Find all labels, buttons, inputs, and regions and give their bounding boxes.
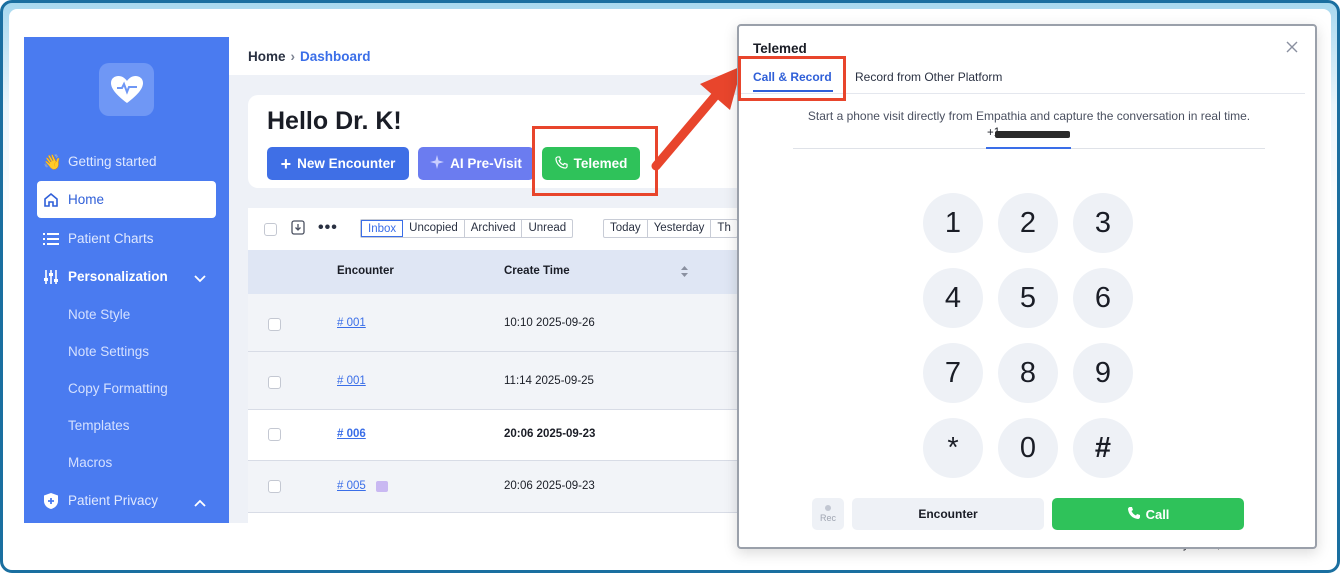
sidebar-item-label: Home	[68, 192, 105, 207]
call-label: Call	[1145, 506, 1170, 522]
heart-pulse-icon	[110, 75, 143, 103]
create-time: 20:06 2025-09-23	[504, 428, 596, 440]
dial-key-4[interactable]: 4	[923, 268, 983, 328]
breadcrumb-separator: ›	[290, 48, 296, 64]
sidebar-item-home[interactable]: Home	[37, 181, 216, 218]
create-time: 10:10 2025-09-26	[504, 317, 595, 329]
row-checkbox[interactable]	[268, 428, 281, 441]
breadcrumb-current[interactable]: Dashboard	[300, 49, 371, 64]
sidebar-item-label: Getting started	[68, 154, 157, 169]
telemed-highlight-box	[532, 126, 658, 196]
dial-key-8[interactable]: 8	[998, 343, 1058, 403]
sliders-icon	[37, 269, 63, 285]
new-encounter-label: New Encounter	[297, 156, 396, 171]
sidebar-item-personalization[interactable]: Personalization	[37, 258, 216, 295]
filter-inbox[interactable]: Inbox	[361, 220, 404, 237]
ai-previsit-button[interactable]: AI Pre-Visit	[418, 147, 534, 180]
sidebar-item-label: Personalization	[68, 269, 168, 284]
sidebar-sub-copy-formatting[interactable]: Copy Formatting	[68, 381, 168, 396]
filter-unread[interactable]: Unread	[522, 220, 572, 237]
list-icon	[37, 232, 63, 246]
sparkle-icon	[430, 155, 445, 172]
create-time: 11:14 2025-09-25	[504, 375, 594, 387]
dial-key-hash[interactable]: #	[1073, 418, 1133, 478]
dial-key-6[interactable]: 6	[1073, 268, 1133, 328]
record-button[interactable]: Rec	[812, 498, 844, 530]
more-icon[interactable]: •••	[318, 219, 338, 237]
sidebar-item-getting-started[interactable]: 👋 Getting started	[37, 143, 216, 180]
record-dot-icon	[825, 505, 831, 511]
chevron-up-icon[interactable]	[194, 495, 206, 510]
dial-key-1[interactable]: 1	[923, 193, 983, 253]
telemed-modal: Telemed Call & Record Record from Other …	[737, 24, 1317, 549]
new-encounter-button[interactable]: + New Encounter	[267, 147, 409, 180]
chevron-down-icon[interactable]	[194, 271, 206, 286]
sidebar-sub-macros[interactable]: Macros	[68, 455, 112, 470]
app-logo[interactable]	[99, 63, 154, 116]
table-row[interactable]: # 001 10:10 2025-09-26	[248, 294, 739, 352]
call-record-highlight-box	[738, 56, 846, 101]
annotation-arrow-icon	[651, 66, 742, 171]
table-toolbar: ••• Inbox Uncopied Archived Unread Today…	[248, 208, 739, 250]
date-more[interactable]: Th	[711, 220, 736, 237]
encounter-link[interactable]: # 001	[337, 375, 366, 387]
phone-icon	[1127, 506, 1141, 523]
table-row[interactable]: # 006 20:06 2025-09-23	[248, 410, 739, 461]
plus-icon: +	[280, 153, 292, 174]
date-yesterday[interactable]: Yesterday	[648, 220, 712, 237]
dial-key-2[interactable]: 2	[998, 193, 1058, 253]
modal-description: Start a phone visit directly from Empath…	[807, 109, 1251, 123]
encounter-link[interactable]: # 001	[337, 317, 366, 329]
table-header: Encounter Create Time	[248, 250, 739, 294]
shield-plus-icon	[37, 492, 63, 510]
dial-key-3[interactable]: 3	[1073, 193, 1133, 253]
encounter-link[interactable]: # 006	[337, 428, 366, 440]
breadcrumb-home[interactable]: Home	[248, 49, 286, 64]
close-icon[interactable]	[1286, 40, 1298, 58]
header-encounter[interactable]: Encounter	[337, 265, 394, 277]
sidebar-sub-templates[interactable]: Templates	[68, 418, 130, 433]
sidebar-item-label: Patient Charts	[68, 231, 154, 246]
sidebar-sub-note-settings[interactable]: Note Settings	[68, 344, 149, 359]
sidebar-item-patient-charts[interactable]: Patient Charts	[37, 220, 216, 257]
ai-badge-icon	[376, 481, 388, 492]
table-row[interactable]: # 005 20:06 2025-09-23	[248, 461, 739, 513]
row-checkbox[interactable]	[268, 376, 281, 389]
sort-icon[interactable]	[680, 265, 689, 281]
ai-previsit-label: AI Pre-Visit	[450, 156, 522, 171]
dial-key-star[interactable]: *	[923, 418, 983, 478]
select-all-checkbox[interactable]	[264, 223, 277, 236]
date-today[interactable]: Today	[604, 220, 648, 237]
dial-key-0[interactable]: 0	[998, 418, 1058, 478]
download-icon[interactable]	[291, 220, 305, 240]
encounter-link[interactable]: # 005	[337, 480, 366, 492]
phone-focus-line	[986, 147, 1071, 149]
create-time: 20:06 2025-09-23	[504, 480, 595, 492]
table-row[interactable]: # 001 11:14 2025-09-25	[248, 352, 739, 410]
dial-key-5[interactable]: 5	[998, 268, 1058, 328]
encounter-button[interactable]: Encounter	[852, 498, 1044, 530]
filter-uncopied[interactable]: Uncopied	[403, 220, 465, 237]
page-title: Hello Dr. K!	[267, 107, 402, 135]
home-icon	[37, 192, 63, 208]
encounters-table: ••• Inbox Uncopied Archived Unread Today…	[248, 208, 739, 523]
waving-hand-icon: 👋	[43, 153, 62, 171]
header-create-time[interactable]: Create Time	[504, 265, 570, 277]
tab-other-platform[interactable]: Record from Other Platform	[855, 70, 1002, 84]
row-checkbox[interactable]	[268, 318, 281, 331]
sidebar: 👋 Getting started Home Patient Charts Pe…	[24, 37, 229, 523]
redacted-phone-number	[995, 131, 1070, 138]
call-button[interactable]: Call	[1052, 498, 1244, 530]
filter-tabs: Inbox Uncopied Archived Unread	[360, 219, 574, 238]
sidebar-sub-note-style[interactable]: Note Style	[68, 307, 130, 322]
dial-key-9[interactable]: 9	[1073, 343, 1133, 403]
sidebar-item-patient-privacy[interactable]: Patient Privacy	[37, 482, 216, 519]
date-tabs: Today Yesterday Th	[603, 219, 738, 238]
filter-archived[interactable]: Archived	[465, 220, 523, 237]
dial-key-7[interactable]: 7	[923, 343, 983, 403]
sidebar-item-label: Patient Privacy	[68, 493, 159, 508]
modal-title: Telemed	[753, 41, 807, 56]
row-checkbox[interactable]	[268, 480, 281, 493]
record-label: Rec	[819, 513, 836, 523]
